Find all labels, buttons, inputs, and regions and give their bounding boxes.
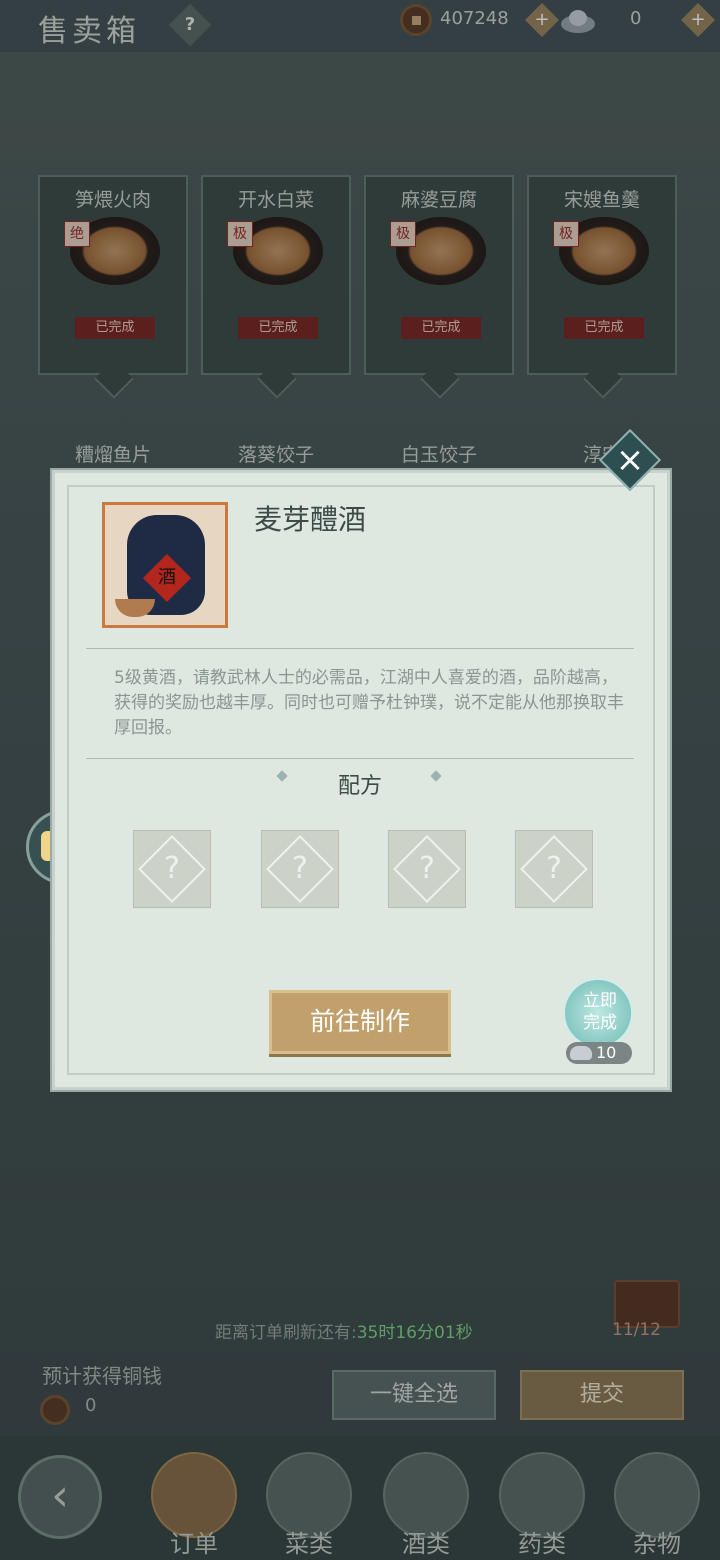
item-description: 5级黄酒，请教武林人士的必需品，江湖中人喜爱的酒，品阶越高，获得的奖励也越丰厚。… [114, 668, 624, 738]
divider [86, 758, 634, 759]
unknown-icon: ? [419, 851, 435, 886]
recipe-slot-3[interactable]: ? [388, 830, 466, 908]
item-name: 麦芽醴酒 [254, 503, 367, 536]
ornament-icon [274, 772, 290, 788]
close-icon: × [615, 440, 645, 480]
ornament-icon [428, 772, 444, 788]
go-make-button[interactable]: 前往制作 [269, 990, 451, 1054]
instant-cost-badge: 10 [566, 1042, 632, 1064]
recipe-slot-4[interactable]: ? [515, 830, 593, 908]
divider [86, 648, 634, 649]
recipe-slot-2[interactable]: ? [261, 830, 339, 908]
instant-cost-value: 10 [596, 1043, 617, 1062]
instant-complete-button[interactable]: 立即 完成 [563, 978, 633, 1048]
unknown-icon: ? [164, 851, 180, 886]
recipe-slot-1[interactable]: ? [133, 830, 211, 908]
instant-complete-label: 立即 完成 [583, 991, 617, 1033]
recipe-title: 配方 [337, 774, 382, 799]
silver-ingot-icon [570, 1046, 592, 1060]
unknown-icon: ? [292, 851, 308, 886]
wine-label-text: 酒 [158, 567, 176, 588]
item-icon-frame: 酒 [102, 502, 228, 628]
unknown-icon: ? [546, 851, 562, 886]
wine-label-tag: 酒 [142, 553, 192, 603]
